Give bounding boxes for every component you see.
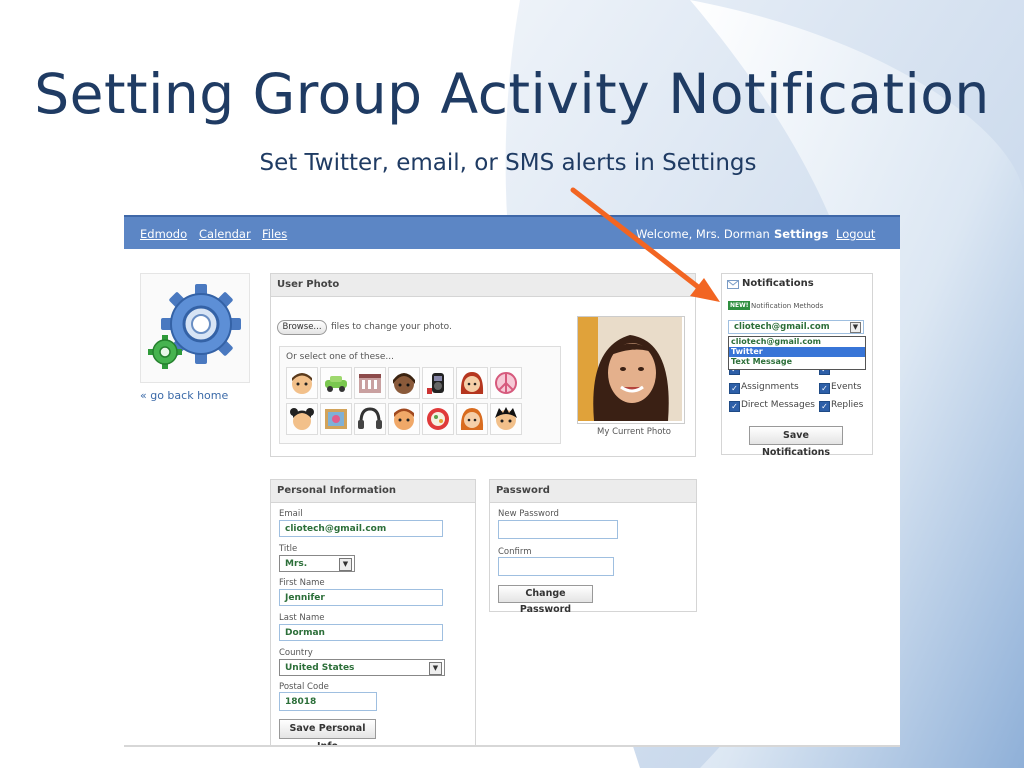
avatar-option-girl[interactable] [388,367,420,399]
current-photo [577,316,685,424]
avatar-option-painting[interactable] [320,403,352,435]
chevron-down-icon[interactable]: ▼ [850,322,861,333]
user-photo-heading: User Photo [271,274,695,297]
avatar-option-redhead[interactable] [456,367,488,399]
profile-photo-image [578,317,682,421]
nav-link-files[interactable]: Files [262,227,287,241]
avatar-option-girl-buns[interactable] [286,403,318,435]
notification-method-dropdown: cliotech@gmail.com Twitter Text Message [728,336,866,370]
checkbox-replies[interactable]: ✓ [819,401,830,412]
first-name-label: First Name [279,578,325,588]
notification-method-value: cliotech@gmail.com [734,322,830,332]
dropdown-option-text-message[interactable]: Text Message [729,357,865,367]
chevron-down-icon[interactable]: ▼ [429,662,442,675]
nav-link-edmodo[interactable]: Edmodo [140,227,187,241]
checkbox-replies-label: Replies [831,400,864,410]
personal-information-panel: Personal Information Email cliotech@gmai… [270,479,476,745]
avatar-option-mp3-player[interactable] [422,367,454,399]
notifications-heading: Notifications [742,278,814,289]
title-label: Title [279,544,298,554]
last-name-label: Last Name [279,613,325,623]
email-field[interactable]: cliotech@gmail.com [279,520,443,537]
chevron-down-icon[interactable]: ▼ [339,558,352,571]
notification-methods-label: Notification Methods [751,302,824,310]
slide-title: Setting Group Activity Notification [34,62,990,126]
checkbox-events[interactable]: ✓ [819,383,830,394]
postal-code-label: Postal Code [279,682,329,692]
save-personal-info-button[interactable]: Save Personal Info [279,719,376,745]
new-badge: NEW! [728,301,751,310]
title-select-value: Mrs. [285,559,308,569]
settings-screenshot: Edmodo Calendar Files Welcome, Mrs. Dorm… [124,215,900,747]
change-password-button[interactable]: Change Password [498,585,593,615]
checkbox-events-label: Events [831,382,862,392]
personal-information-heading: Personal Information [271,480,475,503]
go-back-home-link[interactable]: « go back home [140,389,228,402]
checkbox-assignments-label: Assignments [741,382,799,392]
new-password-label: New Password [498,509,559,519]
notification-method-select[interactable]: cliotech@gmail.com ▼ [728,320,864,334]
avatar-option-food[interactable] [422,403,454,435]
password-heading: Password [490,480,696,503]
avatar-option-boy[interactable] [286,367,318,399]
browse-button[interactable]: Browse... [277,320,327,335]
nav-link-logout[interactable]: Logout [836,227,875,241]
top-navigation-bar: Edmodo Calendar Files Welcome, Mrs. Dorm… [124,215,900,249]
gear-icon [148,284,241,369]
checkbox-assignments[interactable]: ✓ [729,383,740,394]
user-photo-panel: User Photo Browse... files to change you… [270,273,696,457]
avatar-option-building[interactable] [354,367,386,399]
confirm-password-label: Confirm [498,547,532,557]
save-notifications-button[interactable]: Save Notifications [749,426,843,458]
avatar-option-boy-2[interactable] [388,403,420,435]
browse-hint: files to change your photo. [331,322,452,332]
password-panel: Password New Password Confirm Change Pas… [489,479,697,615]
confirm-password-field[interactable] [498,557,614,576]
email-label: Email [279,509,303,519]
welcome-text: Welcome, Mrs. Dorman [636,227,770,241]
avatar-picker: Or select one of these... [279,346,561,444]
nav-link-calendar[interactable]: Calendar [199,227,251,241]
country-label: Country [279,648,313,658]
first-name-field[interactable]: Jennifer [279,589,443,606]
avatar-option-boy-3[interactable] [490,403,522,435]
avatar-option-peace[interactable] [490,367,522,399]
last-name-field[interactable]: Dorman [279,624,443,641]
checkbox-direct-messages[interactable]: ✓ [729,401,740,412]
avatar-option-girl-2[interactable] [456,403,488,435]
settings-gear-image [140,273,250,383]
dropdown-option-email[interactable]: cliotech@gmail.com [729,337,865,347]
country-select[interactable]: United States ▼ [279,659,445,676]
envelope-icon [727,280,739,289]
new-password-field[interactable] [498,520,618,539]
dropdown-option-twitter[interactable]: Twitter [729,347,865,357]
country-select-value: United States [285,663,355,673]
slide-subtitle: Set Twitter, email, or SMS alerts in Set… [259,150,757,176]
avatar-option-headphones[interactable] [354,403,386,435]
notifications-panel: Notifications NEW! Notification Methods … [721,273,873,458]
avatar-option-car[interactable] [320,367,352,399]
avatar-picker-hint: Or select one of these... [286,352,394,362]
current-photo-caption: My Current Photo [597,427,671,437]
postal-code-field[interactable]: 18018 [279,692,377,711]
title-select[interactable]: Mrs. ▼ [279,555,355,572]
checkbox-direct-messages-label: Direct Messages [741,400,815,410]
nav-link-settings[interactable]: Settings [774,227,828,241]
